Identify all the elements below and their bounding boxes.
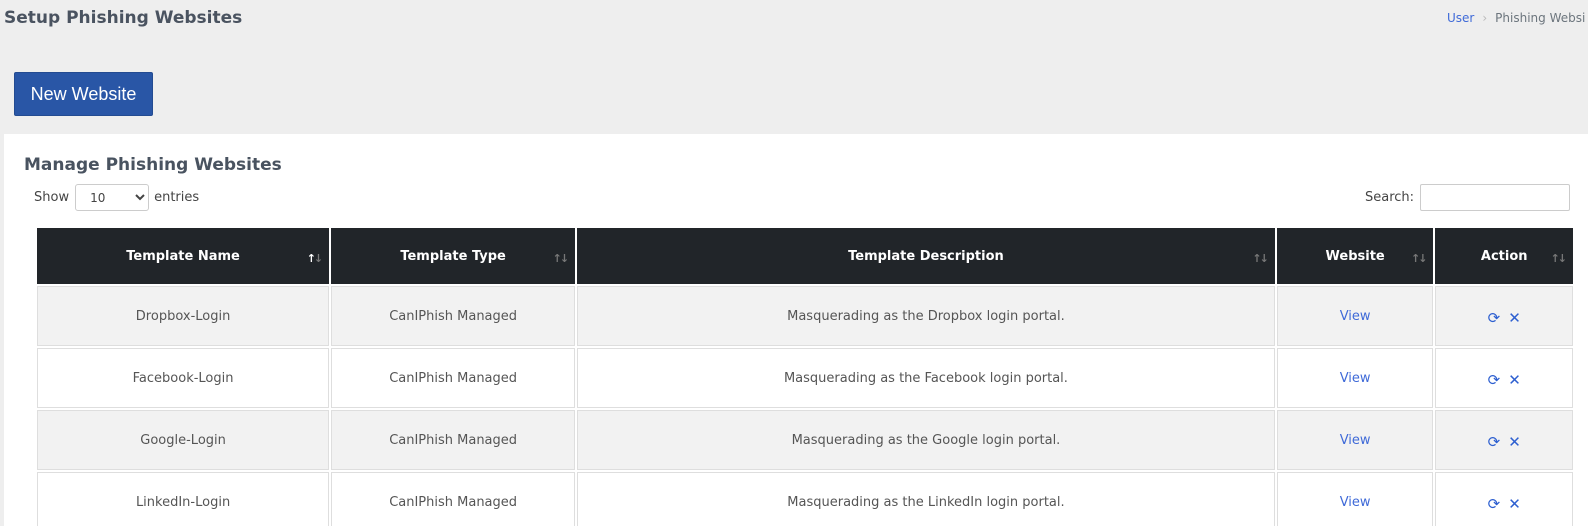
cell-website: View — [1276, 286, 1434, 346]
cell-template-type: CanIPhish Managed — [331, 348, 576, 408]
table-header-row: Template Name ↑↓ Template Type ↑↓ Template… — [37, 228, 1573, 284]
refresh-icon[interactable]: ⟳ — [1488, 309, 1501, 327]
show-label: Show — [34, 190, 70, 205]
table-row: Google-Login CanIPhish Managed Masquerad… — [37, 410, 1573, 470]
table-row: LinkedIn-Login CanIPhish Managed Masquer… — [37, 472, 1573, 526]
cell-action: ⟳ ✕ — [1435, 410, 1573, 470]
card-title: Manage Phishing Websites — [24, 155, 282, 175]
column-header-label: Template Description — [848, 248, 1004, 264]
close-icon[interactable]: ✕ — [1508, 433, 1521, 451]
sort-icon[interactable]: ↑↓ — [553, 252, 570, 265]
cell-website: View — [1276, 472, 1434, 526]
page-title: Setup Phishing Websites — [4, 8, 243, 28]
search-control: Search: — [1365, 184, 1571, 211]
entries-select[interactable]: 10 — [75, 184, 150, 211]
cell-template-description: Masquerading as the Facebook login porta… — [577, 348, 1275, 408]
cell-template-description: Masquerading as the LinkedIn login porta… — [577, 472, 1275, 526]
cell-website: View — [1276, 348, 1434, 408]
breadcrumb-current: Phishing Websi — [1495, 11, 1586, 25]
refresh-icon[interactable]: ⟳ — [1488, 495, 1501, 513]
cell-template-name: LinkedIn-Login — [37, 472, 330, 526]
entries-length-control: Show 10 entries — [34, 184, 199, 211]
close-icon[interactable]: ✕ — [1508, 495, 1521, 513]
table-row: Dropbox-Login CanIPhish Managed Masquera… — [37, 286, 1573, 346]
cell-action: ⟳ ✕ — [1435, 472, 1573, 526]
cell-action: ⟳ ✕ — [1435, 286, 1573, 346]
view-website-link[interactable]: View — [1340, 309, 1371, 324]
search-input[interactable] — [1420, 184, 1571, 211]
cell-action: ⟳ ✕ — [1435, 348, 1573, 408]
view-website-link[interactable]: View — [1340, 371, 1371, 386]
column-header-template-description[interactable]: Template Description ↑↓ — [577, 228, 1275, 284]
cell-template-type: CanIPhish Managed — [331, 410, 576, 470]
cell-template-name: Dropbox-Login — [37, 286, 330, 346]
search-label: Search: — [1365, 190, 1415, 205]
cell-website: View — [1276, 410, 1434, 470]
refresh-icon[interactable]: ⟳ — [1488, 433, 1501, 451]
breadcrumb: User › Phishing Websi — [1447, 11, 1585, 25]
column-header-template-type[interactable]: Template Type ↑↓ — [331, 228, 576, 284]
column-header-label: Template Name — [126, 248, 240, 264]
cell-template-description: Masquerading as the Dropbox login portal… — [577, 286, 1275, 346]
view-website-link[interactable]: View — [1340, 495, 1371, 510]
cell-template-description: Masquerading as the Google login portal. — [577, 410, 1275, 470]
refresh-icon[interactable]: ⟳ — [1488, 371, 1501, 389]
cell-template-name: Google-Login — [37, 410, 330, 470]
websites-table: Template Name ↑↓ Template Type ↑↓ Template… — [35, 226, 1575, 526]
sort-icon[interactable]: ↑↓ — [1411, 252, 1428, 265]
column-header-website[interactable]: Website ↑↓ — [1276, 228, 1434, 284]
new-website-button[interactable]: New Website — [14, 72, 153, 116]
view-website-link[interactable]: View — [1340, 433, 1371, 448]
column-header-label: Action — [1480, 248, 1528, 264]
column-header-label: Template Type — [400, 248, 506, 264]
cell-template-type: CanIPhish Managed — [331, 472, 576, 526]
chevron-right-icon: › — [1482, 11, 1488, 25]
close-icon[interactable]: ✕ — [1508, 371, 1521, 389]
cell-template-type: CanIPhish Managed — [331, 286, 576, 346]
sort-icon[interactable]: ↑↓ — [1551, 252, 1568, 265]
entries-label: entries — [154, 190, 200, 205]
manage-websites-card: Manage Phishing Websites Show 10 entries… — [4, 134, 1588, 526]
table-row: Facebook-Login CanIPhish Managed Masquer… — [37, 348, 1573, 408]
column-header-label: Website — [1325, 248, 1385, 264]
cell-template-name: Facebook-Login — [37, 348, 330, 408]
sort-icon[interactable]: ↑↓ — [307, 252, 324, 265]
column-header-template-name[interactable]: Template Name ↑↓ — [37, 228, 330, 284]
column-header-action[interactable]: Action ↑↓ — [1435, 228, 1573, 284]
sort-icon[interactable]: ↑↓ — [1252, 252, 1269, 265]
close-icon[interactable]: ✕ — [1508, 309, 1521, 327]
breadcrumb-user-link[interactable]: User — [1447, 11, 1474, 25]
